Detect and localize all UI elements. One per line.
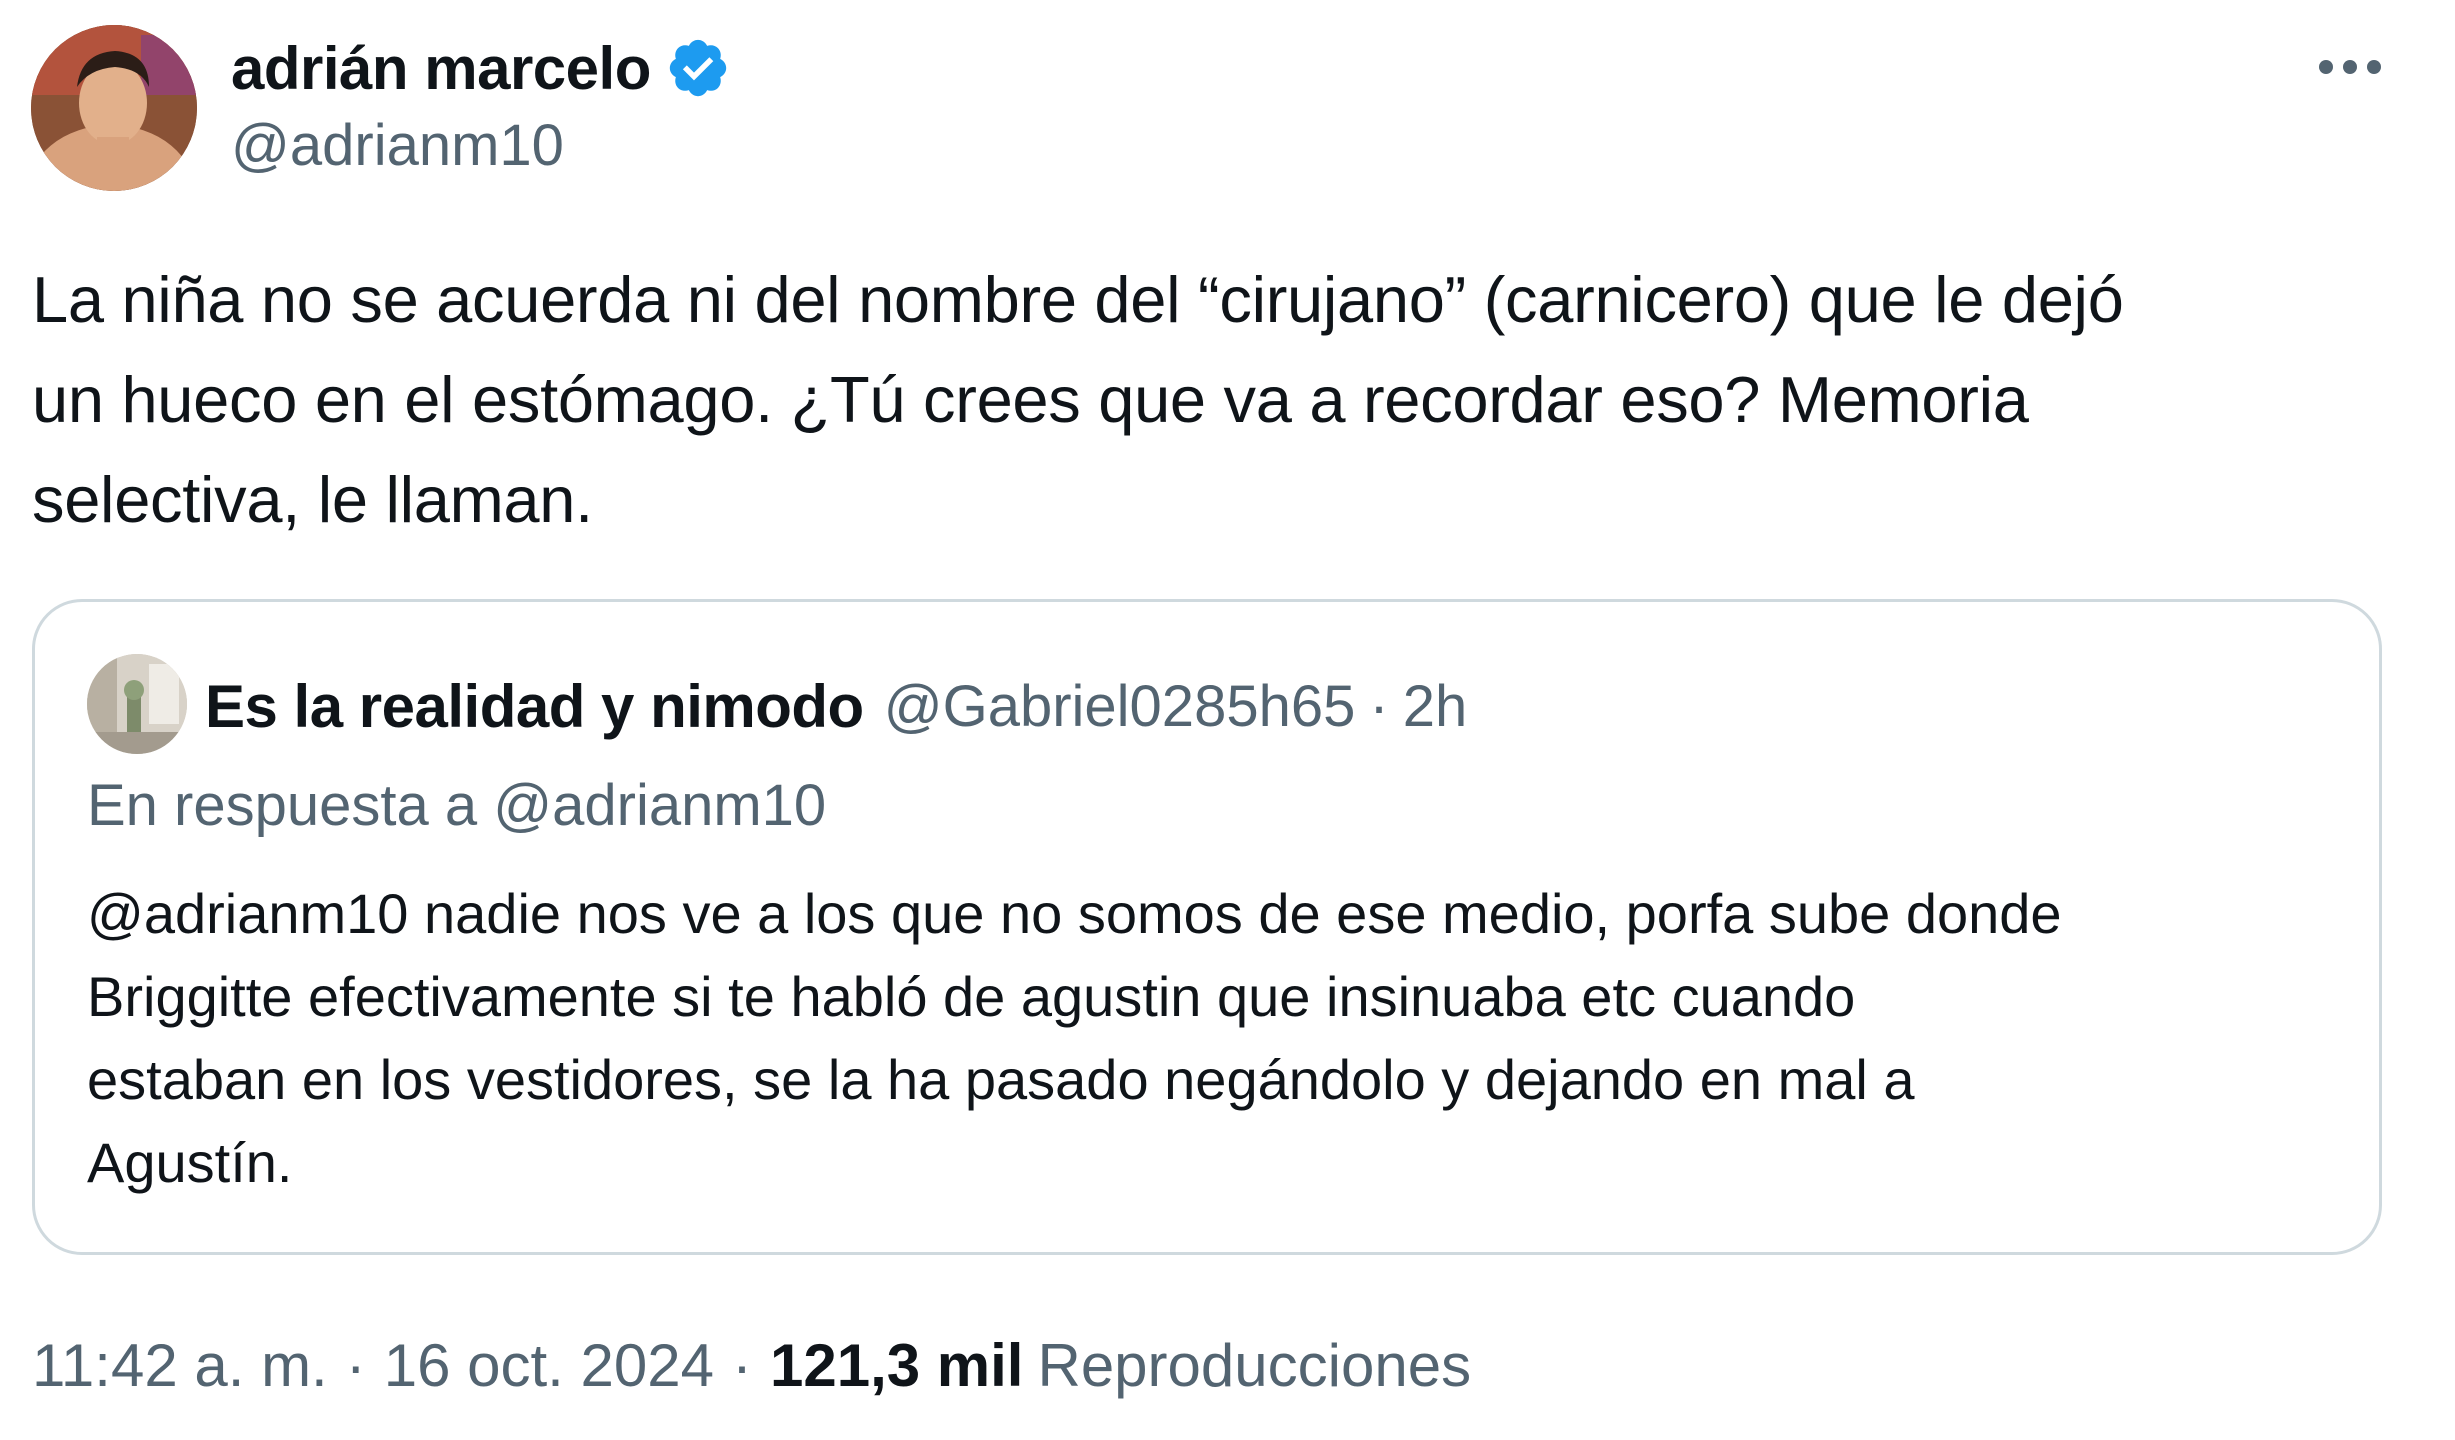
- quote-text: @adrianm10 nadie nos ve a los que no som…: [87, 872, 2347, 1204]
- quote-timestamp[interactable]: 2h: [1403, 673, 1468, 740]
- separator-dot: ·: [731, 1331, 752, 1399]
- quote-author-avatar[interactable]: [87, 654, 187, 754]
- quote-text-line: Agustín.: [87, 1131, 293, 1194]
- tweet-text: La niña no se acuerda ni del nombre del …: [32, 250, 2432, 550]
- tweet-text-line: selectiva, le llaman.: [32, 463, 593, 536]
- author-name-row: adrián marcelo: [231, 28, 731, 108]
- profile-photo-avatar-icon: [31, 25, 197, 191]
- separator-dot: ·: [1369, 673, 1389, 739]
- quoted-tweet-card[interactable]: Es la realidad y nimodo @Gabriel0285h65 …: [32, 599, 2382, 1255]
- quote-author-handle[interactable]: @Gabriel0285h65: [884, 673, 1356, 740]
- quote-text-line: estaban en los vestidores, se la ha pasa…: [87, 1048, 1915, 1111]
- author-handle[interactable]: @adrianm10: [231, 112, 564, 179]
- more-options-button[interactable]: [2300, 30, 2400, 104]
- quote-text-line: Briggitte efectivamente si te habló de a…: [87, 965, 1856, 1028]
- tweet-time[interactable]: 11:42 a. m.: [32, 1331, 328, 1400]
- quote-header: Es la realidad y nimodo @Gabriel0285h65 …: [205, 662, 1467, 750]
- verified-badge-icon[interactable]: [665, 35, 731, 101]
- quote-text-line: @adrianm10 nadie nos ve a los que no som…: [87, 882, 2062, 945]
- tweet-date[interactable]: 16 oct. 2024: [384, 1331, 714, 1400]
- views-label[interactable]: Reproducciones: [1037, 1331, 1471, 1400]
- tweet-meta: 11:42 a. m. · 16 oct. 2024 · 121,3 mil R…: [32, 1320, 1471, 1410]
- quote-author-name[interactable]: Es la realidad y nimodo: [205, 672, 864, 741]
- tweet-text-line: un hueco en el estómago. ¿Tú crees que v…: [32, 363, 2029, 436]
- views-count[interactable]: 121,3 mil: [770, 1331, 1024, 1400]
- tweet: adrián marcelo @adrianm10 La niña no se …: [0, 0, 2455, 1440]
- separator-dot: ·: [345, 1331, 366, 1399]
- more-horizontal-icon: [2319, 60, 2381, 74]
- tweet-text-line: La niña no se acuerda ni del nombre del …: [32, 263, 2124, 336]
- author-display-name[interactable]: adrián marcelo: [231, 34, 651, 103]
- profile-photo-avatar-icon: [87, 654, 187, 754]
- reply-to-line: En respuesta a @adrianm10: [87, 773, 827, 838]
- author-avatar[interactable]: [31, 25, 197, 191]
